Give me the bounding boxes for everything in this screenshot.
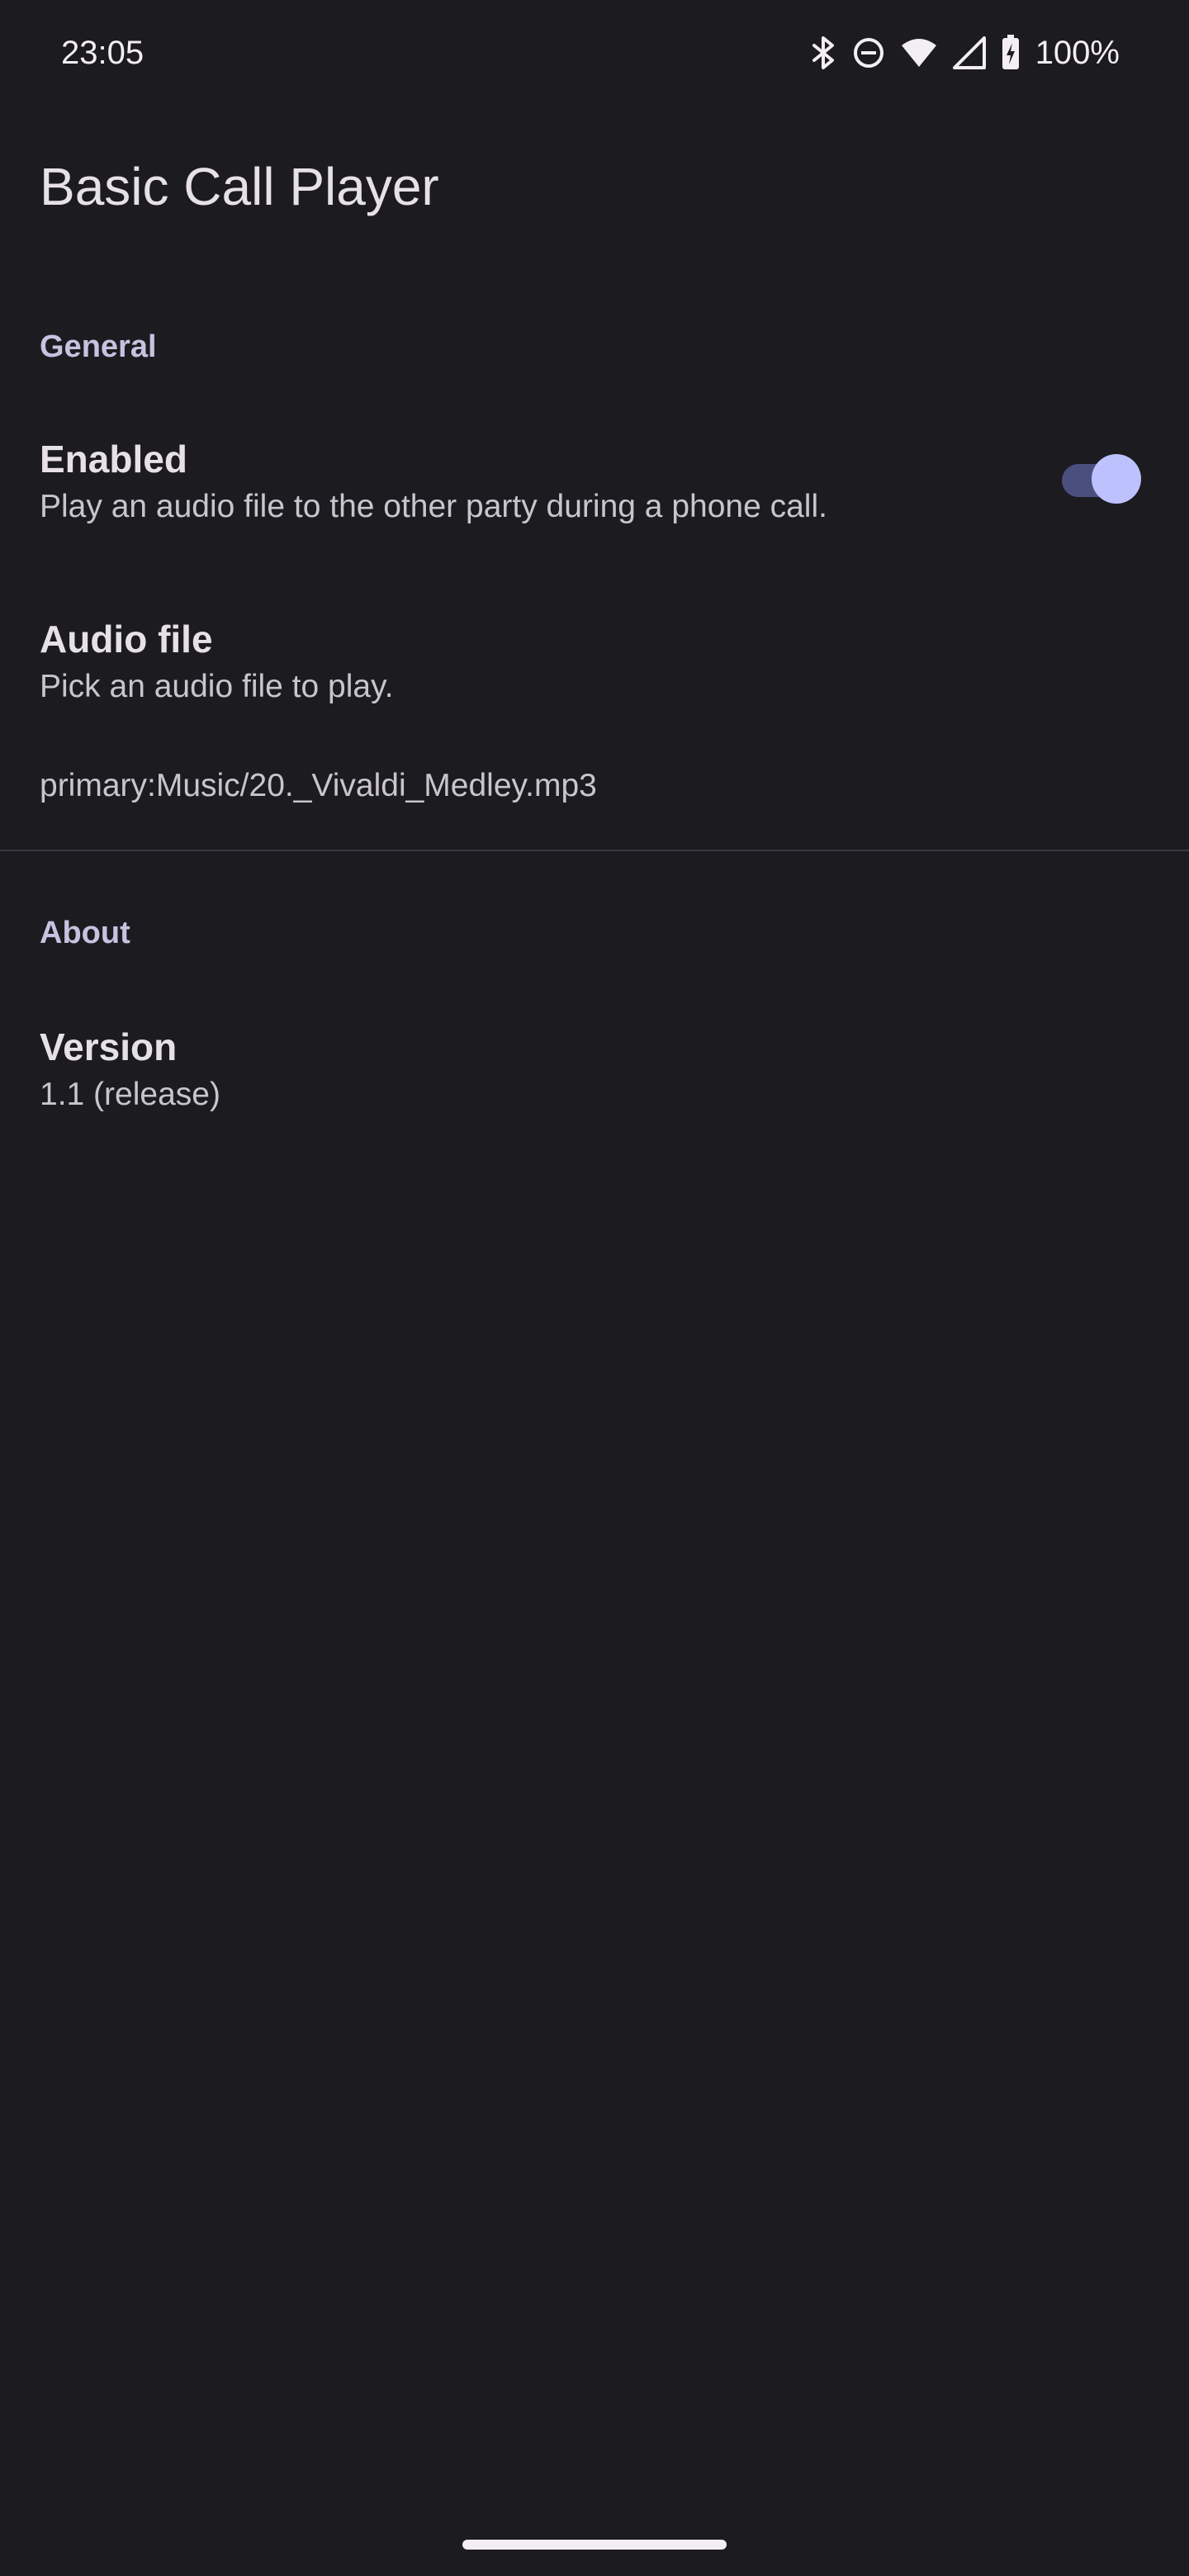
pref-audio-file-title: Audio file — [40, 618, 213, 661]
pref-version[interactable]: Version 1.1 (release) — [0, 1001, 1189, 1149]
cellular-signal-icon — [952, 36, 986, 69]
enabled-toggle[interactable] — [1062, 452, 1141, 505]
pref-audio-file-summary: Pick an audio file to play. — [40, 669, 394, 704]
pref-enabled-title: Enabled — [40, 438, 187, 481]
page-title: Basic Call Player — [40, 157, 439, 216]
gesture-nav-handle[interactable] — [462, 2540, 727, 2550]
pref-version-summary: 1.1 (release) — [40, 1077, 220, 1112]
toggle-thumb — [1092, 454, 1141, 504]
pref-audio-file[interactable]: Audio file Pick an audio file to play. p… — [0, 593, 1189, 832]
status-icons: 100% — [809, 31, 1120, 74]
section-divider — [0, 850, 1189, 851]
pref-enabled-summary: Play an audio file to the other party du… — [40, 489, 827, 524]
do-not-disturb-icon — [852, 36, 885, 69]
section-header-general: General — [40, 329, 157, 364]
section-header-about: About — [40, 916, 130, 950]
battery-percent: 100% — [1035, 35, 1120, 71]
bluetooth-icon — [809, 36, 837, 70]
pref-enabled[interactable]: Enabled Play an audio file to the other … — [0, 413, 1189, 561]
pref-version-title: Version — [40, 1025, 178, 1068]
status-time: 23:05 — [61, 35, 144, 71]
battery-charging-icon — [1001, 35, 1021, 71]
status-bar: 23:05 100% — [0, 0, 1189, 107]
pref-audio-file-value: primary:Music/20._Vivaldi_Medley.mp3 — [40, 768, 597, 803]
wifi-icon — [900, 37, 938, 69]
